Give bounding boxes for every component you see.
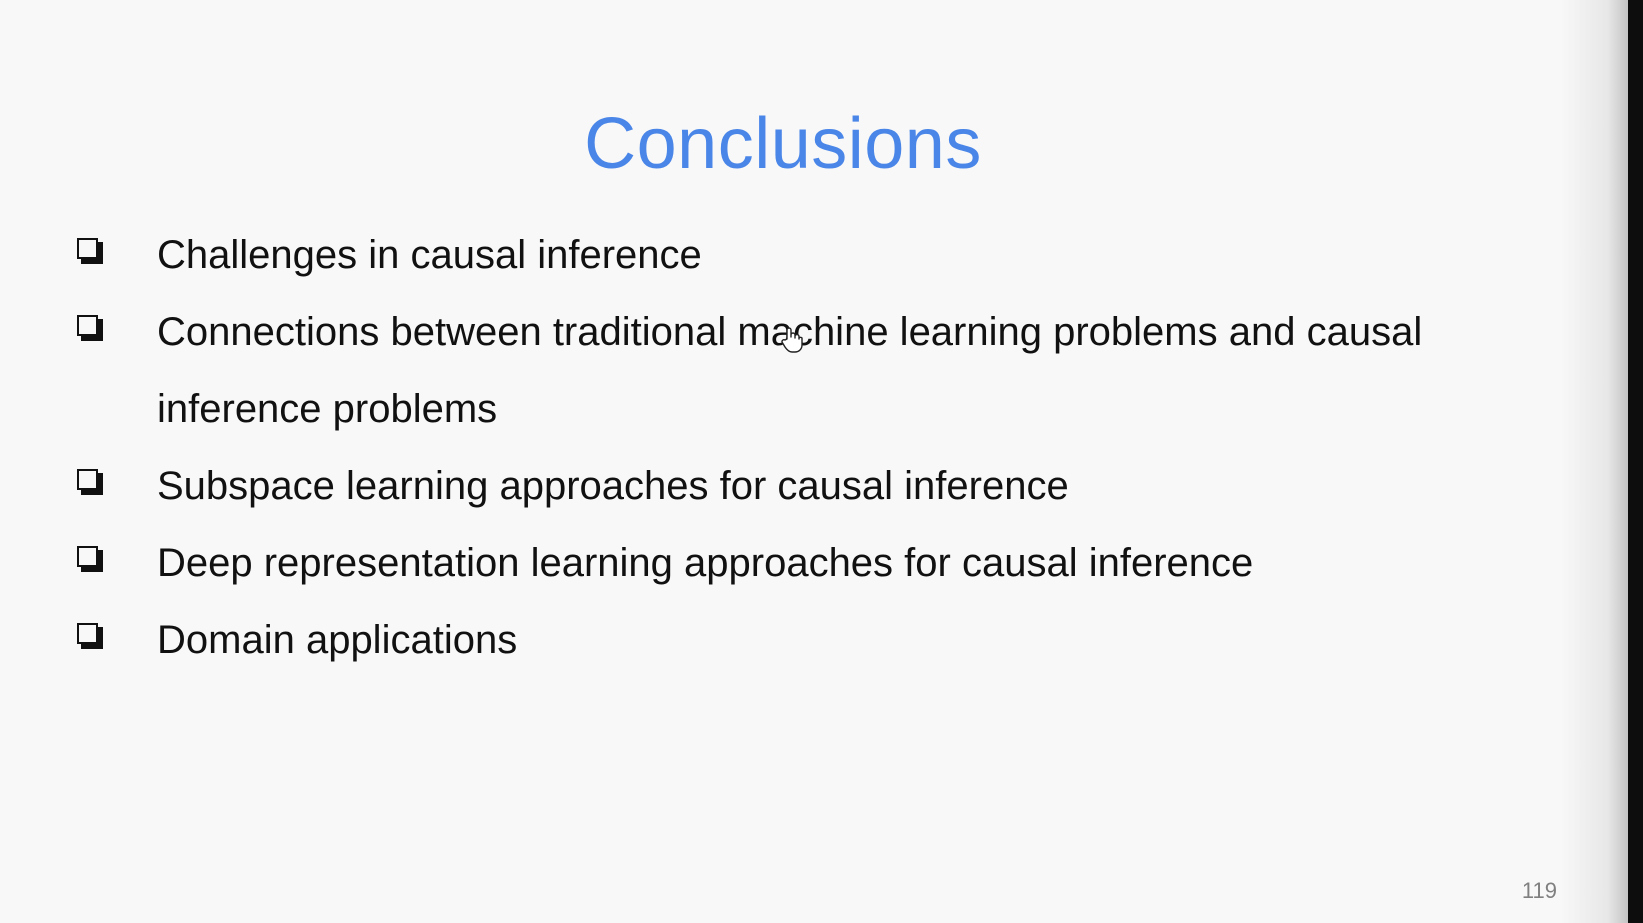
checkbox-bullet-icon <box>77 623 103 649</box>
window-edge <box>1628 0 1643 923</box>
checkbox-bullet-icon <box>77 546 103 572</box>
list-item: Subspace learning approaches for causal … <box>74 448 1494 525</box>
bullet-list: Challenges in causal inference Connectio… <box>74 217 1494 679</box>
presentation-slide: Conclusions Challenges in causal inferen… <box>0 0 1628 923</box>
bullet-text: Challenges in causal inference <box>157 233 702 277</box>
bullet-text: Subspace learning approaches for causal … <box>157 464 1069 508</box>
list-item: Deep representation learning approaches … <box>74 525 1494 602</box>
bullet-text: Deep representation learning approaches … <box>157 541 1254 585</box>
list-item: Domain applications <box>74 602 1494 679</box>
list-item: Connections between traditional machine … <box>74 294 1494 448</box>
list-item: Challenges in causal inference <box>74 217 1494 294</box>
page-number: 119 <box>1521 878 1557 903</box>
checkbox-bullet-icon <box>77 238 103 264</box>
checkbox-bullet-icon <box>77 315 103 341</box>
checkbox-bullet-icon <box>77 469 103 495</box>
bullet-text: Domain applications <box>157 618 518 662</box>
hand-pointer-icon <box>780 326 804 354</box>
slide-title: Conclusions <box>584 104 982 185</box>
slide-edge-shadow <box>1560 0 1628 923</box>
